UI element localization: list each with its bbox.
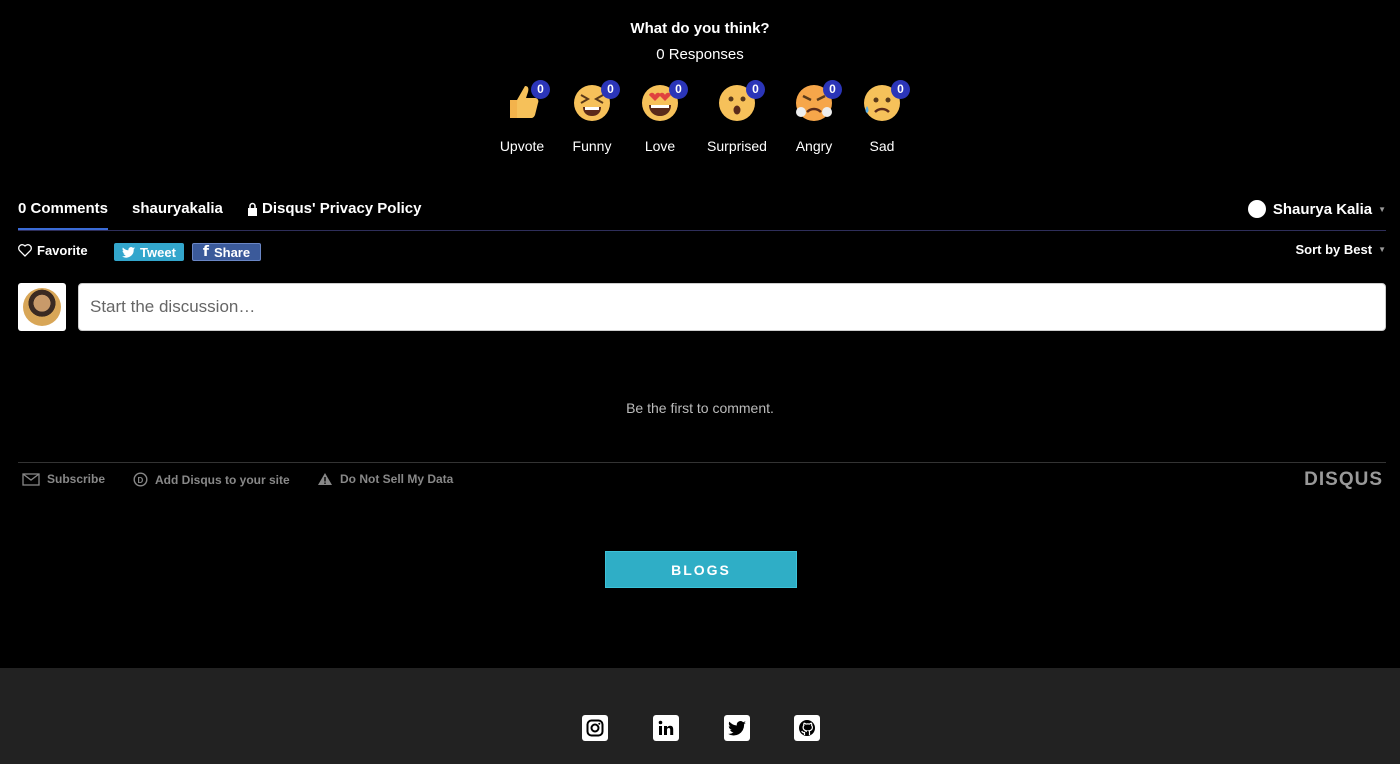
account-menu[interactable]: Shaurya Kalia ▼ [1247, 200, 1386, 218]
tab-privacy-policy[interactable]: Disqus' Privacy Policy [247, 200, 421, 217]
twitter-bird-icon [122, 246, 136, 258]
reaction-count-badge: 0 [823, 80, 842, 99]
instagram-icon[interactable] [582, 715, 608, 741]
reaction-count-badge: 0 [531, 80, 550, 99]
angry-face-icon: 0 [794, 80, 842, 122]
reaction-count-badge: 0 [891, 80, 910, 99]
avatar-image [23, 288, 61, 326]
reaction-label: Sad [869, 138, 895, 154]
empty-comments-message: Be the first to comment. [626, 400, 774, 416]
site-footer [0, 668, 1400, 764]
reaction-label: Upvote [499, 138, 545, 154]
add-disqus-label: Add Disqus to your site [155, 472, 290, 487]
favorite-label: Favorite [37, 243, 88, 258]
lock-icon [248, 202, 257, 216]
svg-text:D: D [138, 476, 144, 485]
reaction-upvote[interactable]: 0 Upvote [487, 80, 557, 154]
facebook-icon: f [202, 244, 209, 260]
reaction-label: Love [644, 138, 676, 154]
disqus-logo[interactable]: DISQUS [1304, 469, 1383, 491]
tab-community-label: shauryakalia [132, 200, 223, 217]
add-disqus-link[interactable]: D Add Disqus to your site [133, 472, 290, 487]
sad-face-icon: 0 [862, 80, 910, 122]
subscribe-link[interactable]: Subscribe [22, 472, 105, 486]
active-tab-indicator [18, 228, 108, 230]
reactions-count: 0 Responses [656, 46, 744, 63]
do-not-sell-link[interactable]: Do Not Sell My Data [317, 472, 453, 486]
heart-icon [18, 244, 32, 257]
reaction-count-badge: 0 [669, 80, 688, 99]
tweet-label: Tweet [140, 244, 176, 260]
subscribe-label: Subscribe [47, 472, 106, 486]
sort-label: Sort by Best [1295, 242, 1373, 257]
envelope-icon [22, 472, 40, 486]
disqus-d-icon: D [133, 472, 148, 487]
blogs-button[interactable]: BLOGS [605, 551, 797, 588]
github-icon[interactable] [794, 715, 820, 741]
reaction-label: Angry [795, 138, 833, 154]
twitter-icon[interactable] [724, 715, 750, 741]
reactions-title: What do you think? [630, 20, 770, 37]
surprised-face-icon: 0 [717, 80, 765, 122]
do-not-sell-label: Do Not Sell My Data [340, 472, 454, 486]
reaction-sad[interactable]: 0 Sad [847, 80, 917, 154]
speech-bubble-icon [1247, 200, 1266, 218]
share-label: Share [213, 244, 251, 260]
reaction-label: Funny [572, 138, 612, 154]
user-avatar[interactable] [18, 283, 66, 331]
tweet-button[interactable]: Tweet [114, 243, 184, 261]
warning-icon [318, 473, 332, 485]
reaction-surprised[interactable]: 0 Surprised [702, 80, 772, 154]
reaction-funny[interactable]: 0 Funny [557, 80, 627, 154]
heart-eyes-face-icon: 0 [640, 80, 688, 122]
reaction-love[interactable]: 0 Love [625, 80, 695, 154]
tab-privacy-label: Disqus' Privacy Policy [262, 200, 422, 217]
reaction-count-badge: 0 [746, 80, 765, 99]
favorite-button[interactable]: Favorite [18, 243, 88, 258]
account-name: Shaurya Kalia [1272, 200, 1373, 218]
comments-nav: 0 Comments shauryakalia Disqus' Privacy … [18, 200, 1386, 231]
chevron-down-icon: ▼ [1378, 204, 1386, 214]
footer-divider [18, 462, 1386, 463]
laughing-face-icon: 0 [572, 80, 620, 122]
comment-input[interactable] [78, 283, 1386, 331]
linkedin-icon[interactable] [653, 715, 679, 741]
facebook-share-button[interactable]: f Share [192, 243, 261, 261]
reaction-angry[interactable]: 0 Angry [779, 80, 849, 154]
thumbs-up-icon: 0 [502, 80, 550, 122]
chevron-down-icon: ▼ [1378, 245, 1386, 254]
sort-dropdown[interactable]: Sort by Best ▼ [1296, 242, 1387, 257]
tab-comments[interactable]: 0 Comments [18, 200, 108, 217]
reaction-label: Surprised [707, 138, 767, 154]
tab-comments-label: 0 Comments [18, 200, 109, 217]
reaction-count-badge: 0 [601, 80, 620, 99]
tab-community[interactable]: shauryakalia [132, 200, 223, 217]
